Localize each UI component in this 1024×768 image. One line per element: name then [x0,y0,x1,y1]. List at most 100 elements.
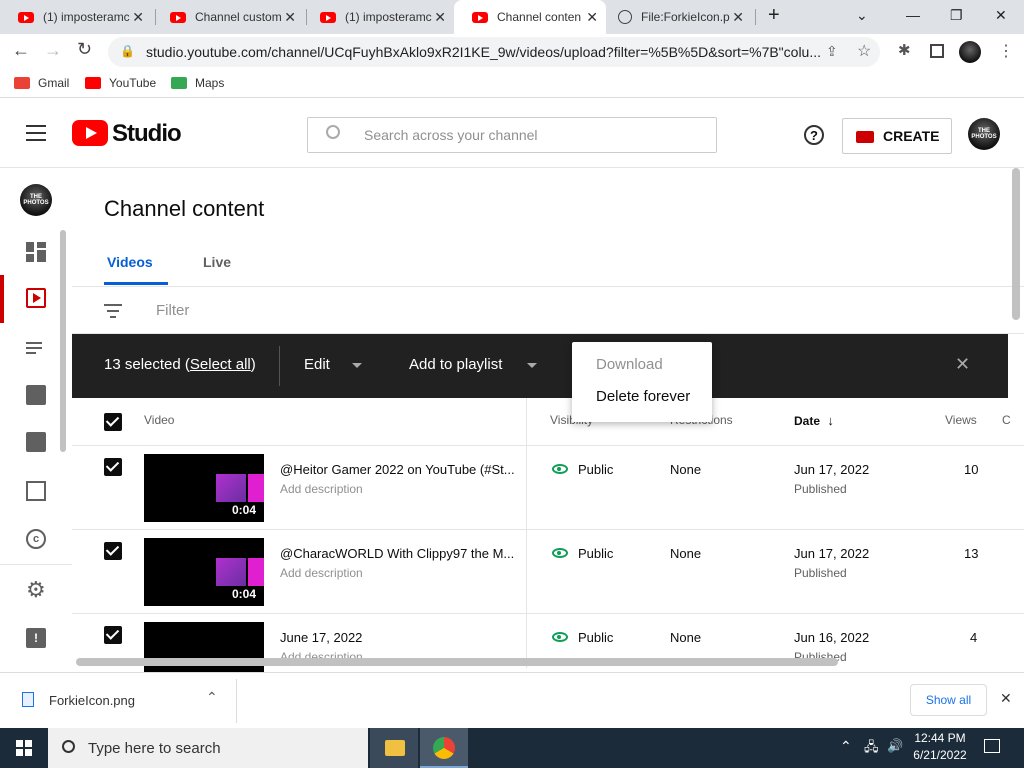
row-checkbox[interactable] [104,542,122,560]
new-tab-button[interactable]: + [768,4,780,27]
close-tab-icon[interactable]: ✕ [284,9,296,26]
menu-item-download[interactable]: Download [596,356,663,373]
bookmark-youtube[interactable]: YouTube [85,76,156,90]
show-all-button[interactable]: Show all [910,684,987,716]
status-value: Published [794,482,847,496]
volume-icon[interactable]: 🔊 [887,738,903,754]
dashboard-icon[interactable] [26,242,46,262]
browser-tab[interactable]: (1) imposteramc ✕ [302,0,454,34]
download-file-name[interactable]: ForkieIcon.png [49,693,135,708]
close-tab-icon[interactable]: ✕ [434,9,446,26]
playlists-icon[interactable] [26,339,46,359]
bookmark-maps[interactable]: Maps [171,76,224,90]
restrictions-value: None [670,546,702,561]
row-checkbox[interactable] [104,626,122,644]
edit-dropdown[interactable]: Edit [304,356,362,373]
windows-start-icon[interactable] [16,740,32,756]
tray-chevron-up-icon[interactable]: ⌃ [840,738,852,755]
close-download-bar-icon[interactable]: ✕ [1000,690,1012,707]
minimize-icon[interactable]: — [906,7,920,23]
network-icon[interactable]: 🖧 [864,738,879,760]
browser-tab-active[interactable]: Channel conten ✕ [454,0,606,34]
comments-icon[interactable] [26,432,46,452]
filter-icon[interactable] [104,304,122,318]
bookmark-gmail[interactable]: Gmail [14,76,69,90]
youtube-logo-icon[interactable] [72,120,108,146]
sidebar-scrollbar[interactable] [60,230,66,452]
share-icon[interactable]: ⇪ [826,43,838,60]
extensions-icon[interactable]: ✱ [898,41,911,59]
row-checkbox[interactable] [104,458,122,476]
channel-avatar[interactable]: THE PHOTOS [20,184,52,216]
chevron-up-icon[interactable]: ⌃ [206,689,218,706]
channel-search-input[interactable]: Search across your channel [307,117,717,153]
forward-icon[interactable]: → [44,40,62,61]
taskbar-chrome[interactable] [420,728,468,768]
notifications-icon[interactable] [984,739,1000,753]
video-title[interactable]: @CharacWORLD With Clippy97 the M... [280,546,514,561]
close-window-icon[interactable]: ✕ [995,7,1007,24]
visibility-value[interactable]: Public [578,546,613,561]
taskbar-search-box[interactable]: Type here to search [48,728,368,768]
video-title[interactable]: June 17, 2022 [280,630,362,645]
url-bar[interactable]: 🔒 studio.youtube.com/channel/UCqFuyhBxAk… [108,37,880,67]
restore-icon[interactable]: ❐ [950,7,963,24]
main-scrollbar[interactable] [1012,168,1020,320]
wiki-icon [618,10,632,24]
column-views[interactable]: Views [945,413,977,427]
tab-videos[interactable]: Videos [107,254,153,270]
video-description[interactable]: Add description [280,566,363,580]
browser-tab[interactable]: Channel custom ✕ [152,0,304,34]
table-header: Video Visibility Restrictions Date ↓ Vie… [72,398,1024,446]
back-icon[interactable]: ← [12,40,30,61]
feedback-icon[interactable]: ! [26,628,46,648]
settings-gear-icon[interactable]: ⚙ [26,579,46,601]
content-icon[interactable] [26,288,46,308]
bookmark-star-icon[interactable]: ☆ [857,41,871,61]
table-row[interactable]: 0:04 @Heitor Gamer 2022 on YouTube (#St.… [72,446,1024,530]
taskbar-file-explorer[interactable] [370,728,418,768]
tab-title: (1) imposteramc [43,10,130,24]
copyright-icon[interactable]: c [26,529,46,549]
chrome-icon [433,737,455,759]
help-icon[interactable]: ? [804,125,824,145]
side-panel-icon[interactable] [930,44,944,58]
video-title[interactable]: @Heitor Gamer 2022 on YouTube (#St... [280,462,515,477]
browser-tab[interactable]: (1) imposteramc ✕ [0,0,152,34]
video-thumbnail[interactable]: 0:04 [144,454,264,522]
horizontal-scrollbar[interactable] [76,658,838,666]
close-tab-icon[interactable]: ✕ [732,9,744,26]
selected-count: 13 selected (Select all) [104,356,256,373]
select-all-link[interactable]: Select all [190,356,251,373]
tab-live[interactable]: Live [203,254,231,270]
subtitles-icon[interactable] [26,481,46,501]
browser-tab[interactable]: File:ForkieIcon.p ✕ [600,0,752,34]
video-thumbnail[interactable]: 0:04 [144,538,264,606]
table-row[interactable]: 0:04 @CharacWORLD With Clippy97 the M...… [72,530,1024,614]
views-value: 4 [970,630,978,645]
filter-input[interactable]: Filter [156,302,189,319]
profile-avatar[interactable] [959,41,981,63]
hamburger-menu-icon[interactable] [26,125,46,141]
account-avatar[interactable]: THE PHOTOS [968,118,1000,150]
tab-search-icon[interactable]: ⌄ [856,7,868,24]
column-date[interactable]: Date ↓ [794,413,834,428]
filter-bar[interactable]: Filter [72,286,1024,334]
chevron-down-icon [527,363,537,368]
close-selection-icon[interactable]: ✕ [955,354,970,375]
video-description[interactable]: Add description [280,482,363,496]
menu-kebab-icon[interactable]: ⋮ [998,41,1014,61]
visibility-value[interactable]: Public [578,630,613,645]
column-comments[interactable]: C [1002,413,1011,427]
add-to-playlist-dropdown[interactable]: Add to playlist [409,356,537,373]
visibility-value[interactable]: Public [578,462,613,477]
menu-item-delete-forever[interactable]: Delete forever [596,388,690,405]
analytics-icon[interactable] [26,385,46,405]
search-icon [62,740,75,753]
select-all-checkbox[interactable] [104,413,122,431]
reload-icon[interactable]: ↻ [77,39,92,60]
create-button[interactable]: CREATE [842,118,952,154]
close-tab-icon[interactable]: ✕ [132,9,144,26]
clock[interactable]: 12:44 PM 6/21/2022 [912,731,968,762]
close-tab-icon[interactable]: ✕ [586,9,598,26]
